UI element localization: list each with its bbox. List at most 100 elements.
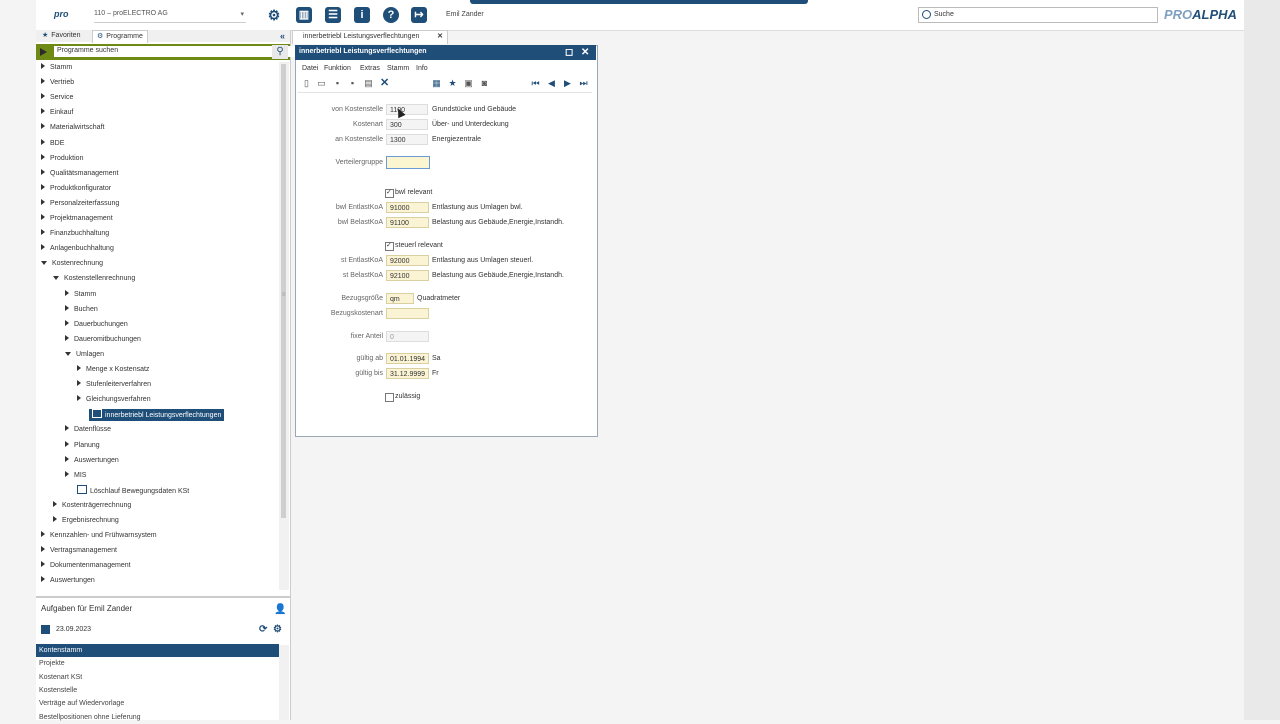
chevron-right-icon[interactable] — [53, 516, 57, 522]
tree-scrollbar[interactable] — [279, 62, 289, 590]
gear-icon[interactable]: ⚙ — [266, 7, 282, 23]
global-search-input[interactable]: Suche — [918, 7, 1158, 23]
tree-item[interactable]: BDE — [41, 138, 64, 150]
tree-item[interactable]: Produktkonfigurator — [41, 183, 111, 195]
tree-item[interactable]: Qualitätsmanagement — [41, 168, 118, 180]
tree-item[interactable]: Service — [41, 92, 73, 104]
tree-item[interactable]: Ergebnisrechnung — [53, 515, 119, 527]
chevron-right-icon[interactable] — [41, 153, 45, 160]
chevron-down-icon[interactable] — [41, 261, 47, 266]
new-document-icon[interactable]: ▯ — [302, 79, 311, 88]
tree-item[interactable]: Stamm — [65, 289, 96, 301]
chevron-right-icon[interactable] — [41, 93, 45, 100]
chevron-right-icon[interactable] — [41, 531, 45, 538]
tree-item[interactable]: Löschlauf Bewegungsdaten KSt — [77, 484, 189, 497]
tree-item[interactable]: Materialwirtschaft — [41, 122, 104, 134]
tree-item[interactable]: Buchen — [65, 304, 98, 316]
tree-item[interactable]: Umlagen — [65, 349, 104, 361]
chevron-right-icon[interactable] — [41, 214, 45, 220]
tree-item[interactable]: Auswertungen — [65, 455, 119, 467]
calendar-icon[interactable]: ▦ — [432, 79, 441, 88]
tree-item[interactable]: Dauerbuchungen — [65, 319, 128, 331]
tree-item[interactable]: Kostenrechnung — [41, 258, 103, 270]
list-view-icon[interactable]: ☰ — [325, 7, 341, 23]
verteilergruppe-input[interactable] — [386, 156, 430, 169]
info-icon[interactable]: i — [354, 7, 370, 23]
tree-item[interactable]: Kostenstellenrechnung — [53, 273, 135, 285]
zulaessig-checkbox[interactable] — [385, 393, 394, 402]
tree-item[interactable]: Vertrieb — [41, 77, 74, 89]
tree-item[interactable]: Produktion — [41, 153, 83, 165]
task-list-item[interactable]: Kostenart KSt — [36, 671, 279, 684]
chevron-right-icon[interactable] — [41, 63, 45, 69]
task-scrollbar[interactable] — [279, 645, 289, 720]
panel-divider[interactable] — [36, 596, 290, 598]
gueltig-ab-input[interactable]: 01.01.1994 — [386, 353, 429, 364]
chevron-right-icon[interactable] — [41, 546, 45, 553]
chevron-right-icon[interactable] — [65, 334, 69, 341]
open-folder-icon[interactable]: ▭ — [317, 79, 326, 88]
tree-item[interactable]: Stufenleiterverfahren — [77, 379, 151, 391]
chevron-right-icon[interactable] — [53, 500, 57, 507]
tree-item[interactable]: Planung — [65, 440, 100, 452]
tree-item[interactable]: Finanzbuchhaltung — [41, 228, 109, 240]
run-icon[interactable] — [40, 48, 47, 56]
chevron-right-icon[interactable] — [41, 229, 45, 236]
chevron-right-icon[interactable] — [77, 395, 81, 402]
von-kostenstelle-field[interactable]: 1100 — [386, 104, 428, 115]
tree-scrollbar-thumb[interactable] — [281, 64, 286, 518]
tab-favorites[interactable]: ★ Favoriten — [38, 30, 84, 42]
chevron-right-icon[interactable] — [41, 108, 45, 115]
first-record-icon[interactable]: ⏮ — [531, 79, 540, 88]
calendar-icon[interactable] — [41, 625, 50, 634]
program-search-button[interactable]: ⚲ — [272, 45, 288, 59]
person-icon[interactable]: 👤 — [274, 604, 286, 615]
refresh-icon[interactable]: ⟳ — [259, 624, 267, 635]
program-search-input[interactable]: Programme suchen — [54, 46, 306, 57]
chevron-down-icon[interactable] — [53, 276, 59, 281]
chevron-right-icon[interactable] — [65, 289, 69, 296]
tree-item-selected[interactable]: innerbetriebl Leistungsverflechtungen — [89, 409, 225, 422]
menu-stamm[interactable]: Stamm — [387, 65, 409, 72]
fixer-anteil-input[interactable]: 0 — [386, 331, 429, 342]
menu-info[interactable]: Info — [416, 65, 428, 72]
task-list-item[interactable]: Verträge auf Wiedervorlage — [36, 697, 279, 710]
chevron-right-icon[interactable] — [41, 576, 45, 583]
save-all-icon[interactable]: ▪ — [348, 79, 357, 88]
tree-item[interactable]: Datenflüsse — [65, 424, 111, 436]
tree-item[interactable]: MIS — [65, 470, 86, 482]
bwl-entlast-input[interactable]: 91000 — [386, 202, 429, 213]
splitter-handle[interactable]: ≡ — [282, 292, 286, 298]
task-list-item[interactable]: Kostenstelle — [36, 684, 279, 697]
layout-icon[interactable]: ▥ — [296, 7, 312, 23]
chevron-right-icon[interactable] — [77, 365, 81, 371]
steuerl-relevant-checkbox[interactable] — [385, 241, 394, 251]
menu-funktion[interactable]: Funktion — [324, 65, 351, 72]
delete-icon[interactable]: ▤ — [364, 79, 373, 88]
gueltig-bis-input[interactable]: 31.12.9999 — [386, 368, 429, 379]
tree-item[interactable]: Kostenträgerrechnung — [53, 500, 131, 512]
save-icon[interactable]: ▪ — [333, 79, 342, 88]
chevron-right-icon[interactable] — [41, 123, 45, 130]
bezugskostenart-input[interactable] — [386, 308, 429, 319]
star-icon[interactable]: ★ — [448, 79, 457, 88]
cancel-icon[interactable]: ✕ — [380, 78, 389, 89]
tree-item[interactable]: Einkauf — [41, 107, 73, 119]
print-icon[interactable]: ▣ — [464, 79, 473, 88]
chevron-right-icon[interactable] — [41, 561, 45, 568]
tree-item[interactable]: Vertragsmanagement — [41, 545, 117, 557]
bezugsgroesse-input[interactable]: qm — [386, 293, 414, 304]
tree-item[interactable]: Personalzeiterfassung — [41, 198, 119, 210]
close-icon[interactable]: ✕ — [437, 32, 443, 40]
tab-programs[interactable]: ⚙ Programme — [92, 30, 148, 43]
help-icon[interactable]: ? — [383, 7, 399, 23]
chevron-right-icon[interactable] — [41, 78, 45, 85]
st-belast-input[interactable]: 92100 — [386, 270, 429, 281]
previous-record-icon[interactable]: ◀ — [547, 79, 556, 88]
tree-item[interactable]: Anlagenbuchhaltung — [41, 243, 114, 255]
chevron-right-icon[interactable] — [65, 304, 69, 311]
preview-icon[interactable]: ◙ — [480, 79, 489, 88]
chevron-right-icon[interactable] — [65, 319, 69, 326]
task-list-item[interactable]: Kontenstamm — [36, 644, 279, 657]
gear-icon[interactable]: ⚙ — [273, 624, 282, 635]
